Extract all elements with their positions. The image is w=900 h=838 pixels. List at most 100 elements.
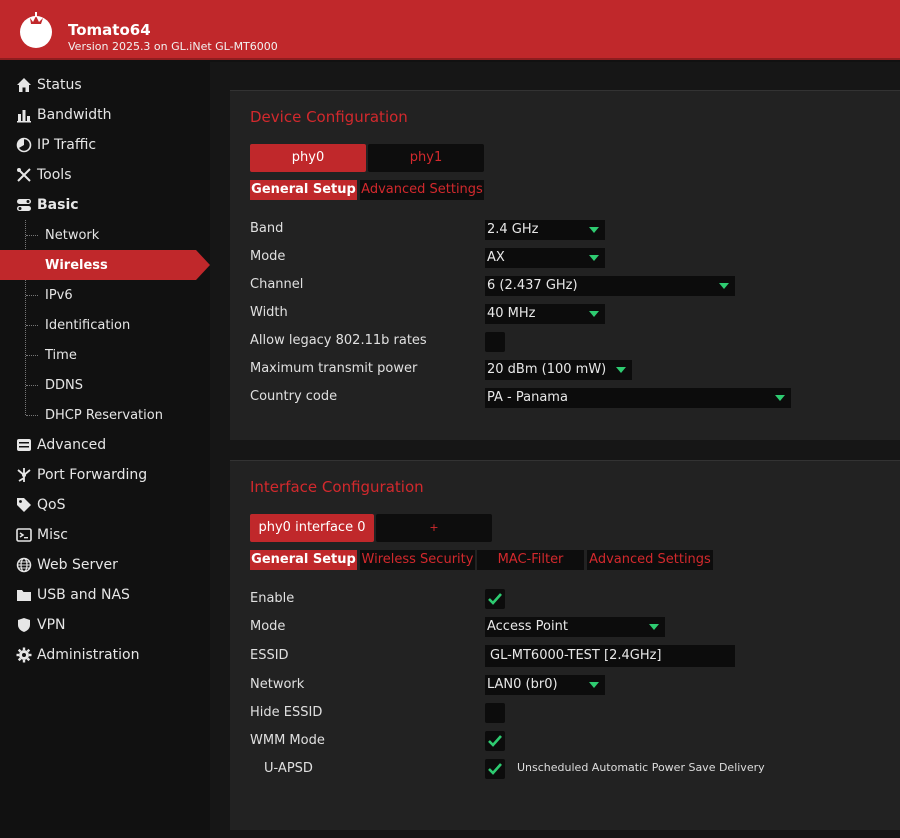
- tab-wireless-security[interactable]: Wireless Security: [360, 550, 475, 570]
- width-value: 40 MHz: [487, 306, 536, 321]
- mode-label: Mode: [250, 249, 286, 264]
- sidebar-item-label: Port Forwarding: [37, 467, 148, 483]
- sidebar-item-label: QoS: [37, 497, 66, 513]
- width-select[interactable]: 40 MHz: [485, 304, 605, 324]
- wmm-mode-label: WMM Mode: [250, 733, 325, 748]
- network-value: LAN0 (br0): [487, 677, 558, 692]
- sidebar-subitem-network[interactable]: Network: [0, 220, 210, 250]
- sidebar-item-administration[interactable]: Administration: [0, 640, 210, 670]
- channel-select[interactable]: 6 (2.437 GHz): [485, 276, 735, 296]
- transmit-power-select[interactable]: 20 dBm (100 mW): [485, 360, 632, 380]
- mode-select[interactable]: AX: [485, 248, 605, 268]
- interface-configuration-title: Interface Configuration: [250, 478, 424, 496]
- sidebar-subitem-label: IPv6: [45, 288, 73, 303]
- tab-advanced-settings[interactable]: Advanced Settings: [360, 180, 484, 200]
- home-icon: [17, 78, 31, 92]
- terminal-icon: [16, 528, 32, 542]
- gear-icon: [16, 647, 32, 663]
- sidebar-item-ip-traffic[interactable]: IP Traffic: [0, 130, 210, 160]
- chevron-down-icon: [616, 367, 626, 373]
- sidebar-subitem-label: DDNS: [45, 378, 83, 393]
- hide-essid-checkbox[interactable]: [485, 703, 505, 723]
- pie-icon: [16, 137, 32, 153]
- sidebar-item-qos[interactable]: QoS: [0, 490, 210, 520]
- channel-label: Channel: [250, 277, 304, 292]
- tools-icon: [17, 168, 31, 182]
- sidebar-subitem-ipv6[interactable]: IPv6: [0, 280, 210, 310]
- sidebar-item-label: Basic: [37, 197, 79, 213]
- tab-advanced-settings[interactable]: Advanced Settings: [587, 550, 713, 570]
- sidebar-item-status[interactable]: Status: [0, 70, 210, 100]
- app-header: Tomato64 Version 2025.3 on GL.iNet GL-MT…: [0, 0, 900, 60]
- chevron-down-icon: [775, 395, 785, 401]
- sidebar-subitem-ddns[interactable]: DDNS: [0, 370, 210, 400]
- tab-phy1[interactable]: phy1: [368, 144, 484, 172]
- band-label: Band: [250, 221, 284, 236]
- app-title: Tomato64: [68, 21, 151, 39]
- tree-branch: [26, 295, 38, 296]
- chevron-down-icon: [719, 283, 729, 289]
- tab-general-setup[interactable]: General Setup: [250, 550, 357, 570]
- checkmark-icon: [488, 735, 502, 747]
- sidebar-subitem-label: Network: [45, 228, 100, 243]
- u-apsd-checkbox[interactable]: [485, 759, 505, 779]
- sidebar-subitem-label: Identification: [45, 318, 131, 333]
- sidebar-item-label: VPN: [37, 617, 66, 633]
- sidebar-subitem-label: DHCP Reservation: [45, 408, 163, 423]
- sidebar-item-label: USB and NAS: [37, 587, 130, 603]
- tab-phy0-interface-0[interactable]: phy0 interface 0: [250, 514, 374, 542]
- sidebar-item-misc[interactable]: Misc: [0, 520, 210, 550]
- tree-branch: [26, 415, 38, 416]
- sidebar-subitem-label: Wireless: [45, 258, 108, 273]
- country-code-select[interactable]: PA - Panama: [485, 388, 791, 408]
- sidebar-item-tools[interactable]: Tools: [0, 160, 210, 190]
- iface-mode-select[interactable]: Access Point: [485, 617, 665, 637]
- sidebar-item-label: Web Server: [37, 557, 118, 573]
- wmm-mode-checkbox[interactable]: [485, 731, 505, 751]
- sidebar-item-bandwidth[interactable]: Bandwidth: [0, 100, 210, 130]
- legacy-rates-checkbox[interactable]: [485, 332, 505, 352]
- iface-mode-label: Mode: [250, 619, 286, 634]
- sidebar-item-usb-and-nas[interactable]: USB and NAS: [0, 580, 210, 610]
- add-interface-button[interactable]: +: [376, 514, 492, 542]
- tree-branch: [26, 235, 38, 236]
- chevron-down-icon: [589, 311, 599, 317]
- sidebar-subitem-time[interactable]: Time: [0, 340, 210, 370]
- chevron-down-icon: [649, 624, 659, 630]
- band-value: 2.4 GHz: [487, 222, 539, 237]
- tree-branch: [26, 355, 38, 356]
- folder-icon: [17, 590, 31, 601]
- sidebar-item-port-forwarding[interactable]: Port Forwarding: [0, 460, 210, 490]
- u-apsd-hint: Unscheduled Automatic Power Save Deliver…: [517, 761, 765, 774]
- checkmark-icon: [488, 763, 502, 775]
- chevron-down-icon: [589, 255, 599, 261]
- sidebar-item-label: Tools: [37, 167, 72, 183]
- iface-mode-value: Access Point: [487, 619, 568, 634]
- sidebar-item-vpn[interactable]: VPN: [0, 610, 210, 640]
- advanced-icon: [17, 439, 31, 451]
- sidebar-subitem-identification[interactable]: Identification: [0, 310, 210, 340]
- sidebar-item-advanced[interactable]: Advanced: [0, 430, 210, 460]
- mode-value: AX: [487, 250, 505, 265]
- bar-chart-icon: [17, 110, 31, 123]
- globe-icon: [16, 557, 32, 573]
- band-select[interactable]: 2.4 GHz: [485, 220, 605, 240]
- tab-mac-filter[interactable]: MAC-Filter: [477, 550, 584, 570]
- sidebar-subitem-wireless[interactable]: Wireless: [0, 250, 210, 280]
- legacy-rates-label: Allow legacy 802.11b rates: [250, 333, 427, 348]
- sidebar-item-web-server[interactable]: Web Server: [0, 550, 210, 580]
- sidebar-item-label: Administration: [37, 647, 140, 663]
- tab-phy0[interactable]: phy0: [250, 144, 366, 172]
- device-configuration-title: Device Configuration: [250, 108, 408, 126]
- sidebar-item-label: Bandwidth: [37, 107, 112, 123]
- app-version: Version 2025.3 on GL.iNet GL-MT6000: [68, 40, 278, 53]
- sidebar-item-basic[interactable]: Basic: [0, 190, 210, 220]
- enable-checkbox[interactable]: [485, 589, 505, 609]
- width-label: Width: [250, 305, 288, 320]
- u-apsd-label: U-APSD: [264, 761, 313, 776]
- transmit-power-value: 20 dBm (100 mW): [487, 362, 607, 377]
- tab-general-setup[interactable]: General Setup: [250, 180, 357, 200]
- essid-input[interactable]: [485, 645, 735, 667]
- network-select[interactable]: LAN0 (br0): [485, 675, 605, 695]
- sidebar-subitem-dhcp-reservation[interactable]: DHCP Reservation: [0, 400, 210, 430]
